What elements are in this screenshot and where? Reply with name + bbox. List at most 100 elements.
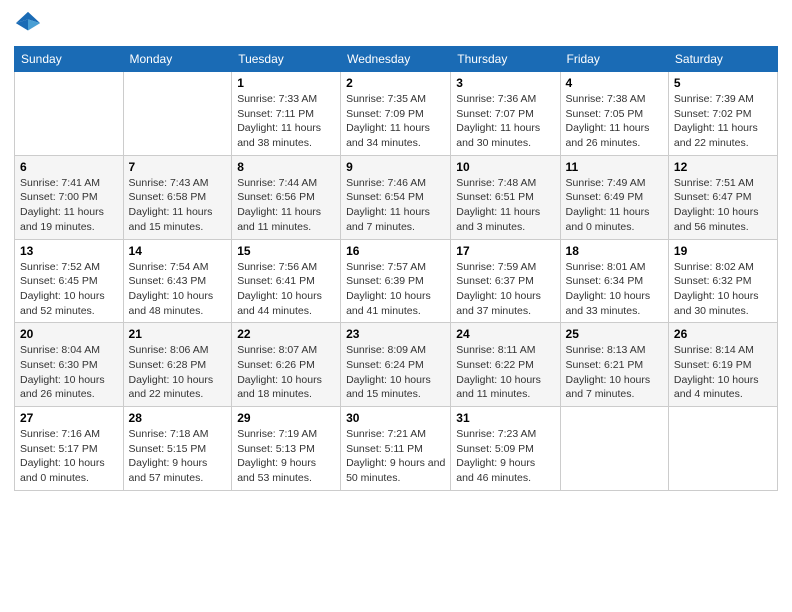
- calendar-cell: 12Sunrise: 7:51 AMSunset: 6:47 PMDayligh…: [668, 155, 777, 239]
- calendar-cell: 28 Sunrise: 7:18 AMSunset: 5:15 PMDayligh…: [123, 407, 232, 491]
- day-info: Sunrise: 7:41 AMSunset: 7:00 PMDaylight:…: [20, 176, 118, 235]
- calendar-cell: 17 Sunrise: 7:59 AMSunset: 6:37 PMDayligh…: [451, 239, 560, 323]
- day-number: 25: [566, 327, 663, 341]
- day-info: Sunrise: 7:38 AMSunset: 7:05 PMDaylight:…: [566, 92, 663, 151]
- calendar-cell: 23 Sunrise: 8:09 AMSunset: 6:24 PMDayligh…: [341, 323, 451, 407]
- calendar-cell: [123, 72, 232, 156]
- day-number: 4: [566, 76, 663, 90]
- calendar-cell: 5Sunrise: 7:39 AMSunset: 7:02 PMDaylight…: [668, 72, 777, 156]
- day-info: Sunrise: 7:18 AMSunset: 5:15 PMDaylight:…: [129, 427, 227, 486]
- day-number: 27: [20, 411, 118, 425]
- day-number: 29: [237, 411, 335, 425]
- day-info: Sunrise: 7:52 AMSunset: 6:45 PMDaylight:…: [20, 260, 118, 319]
- calendar-cell: 24 Sunrise: 8:11 AMSunset: 6:22 PMDayligh…: [451, 323, 560, 407]
- calendar-cell: 3 Sunrise: 7:36 AMSunset: 7:07 PMDaylight…: [451, 72, 560, 156]
- day-number: 14: [129, 244, 227, 258]
- page-container: SundayMondayTuesdayWednesdayThursdayFrid…: [0, 0, 792, 612]
- week-row-0: 1 Sunrise: 7:33 AMSunset: 7:11 PMDaylight…: [15, 72, 778, 156]
- calendar-cell: 25 Sunrise: 8:13 AMSunset: 6:21 PMDayligh…: [560, 323, 668, 407]
- logo: [14, 10, 46, 38]
- day-number: 19: [674, 244, 772, 258]
- day-info: Sunrise: 7:33 AMSunset: 7:11 PMDaylight:…: [237, 92, 335, 151]
- day-number: 1: [237, 76, 335, 90]
- calendar-cell: [560, 407, 668, 491]
- day-info: Sunrise: 8:14 AMSunset: 6:19 PMDaylight:…: [674, 343, 772, 402]
- day-number: 24: [456, 327, 554, 341]
- day-info: Sunrise: 8:11 AMSunset: 6:22 PMDaylight:…: [456, 343, 554, 402]
- col-header-tuesday: Tuesday: [232, 47, 341, 72]
- day-info: Sunrise: 8:07 AMSunset: 6:26 PMDaylight:…: [237, 343, 335, 402]
- calendar-cell: 4 Sunrise: 7:38 AMSunset: 7:05 PMDaylight…: [560, 72, 668, 156]
- day-info: Sunrise: 7:57 AMSunset: 6:39 PMDaylight:…: [346, 260, 445, 319]
- day-number: 10: [456, 160, 554, 174]
- day-info: Sunrise: 7:44 AMSunset: 6:56 PMDaylight:…: [237, 176, 335, 235]
- calendar-cell: 30 Sunrise: 7:21 AMSunset: 5:11 PMDayligh…: [341, 407, 451, 491]
- calendar-cell: 18Sunrise: 8:01 AMSunset: 6:34 PMDayligh…: [560, 239, 668, 323]
- day-number: 16: [346, 244, 445, 258]
- day-info: Sunrise: 7:56 AMSunset: 6:41 PMDaylight:…: [237, 260, 335, 319]
- day-number: 11: [566, 160, 663, 174]
- day-number: 21: [129, 327, 227, 341]
- day-info: Sunrise: 8:13 AMSunset: 6:21 PMDaylight:…: [566, 343, 663, 402]
- day-info: Sunrise: 7:54 AMSunset: 6:43 PMDaylight:…: [129, 260, 227, 319]
- calendar-cell: 9 Sunrise: 7:46 AMSunset: 6:54 PMDaylight…: [341, 155, 451, 239]
- day-info: Sunrise: 7:39 AMSunset: 7:02 PMDaylight:…: [674, 92, 772, 151]
- day-number: 20: [20, 327, 118, 341]
- day-number: 15: [237, 244, 335, 258]
- calendar-cell: [668, 407, 777, 491]
- day-number: 31: [456, 411, 554, 425]
- day-number: 2: [346, 76, 445, 90]
- day-number: 9: [346, 160, 445, 174]
- calendar-cell: 6 Sunrise: 7:41 AMSunset: 7:00 PMDaylight…: [15, 155, 124, 239]
- week-row-1: 6 Sunrise: 7:41 AMSunset: 7:00 PMDaylight…: [15, 155, 778, 239]
- day-number: 12: [674, 160, 772, 174]
- calendar-cell: 26 Sunrise: 8:14 AMSunset: 6:19 PMDayligh…: [668, 323, 777, 407]
- week-row-4: 27 Sunrise: 7:16 AMSunset: 5:17 PMDayligh…: [15, 407, 778, 491]
- day-info: Sunrise: 8:01 AMSunset: 6:34 PMDaylight:…: [566, 260, 663, 319]
- day-info: Sunrise: 7:49 AMSunset: 6:49 PMDaylight:…: [566, 176, 663, 235]
- day-number: 30: [346, 411, 445, 425]
- day-number: 23: [346, 327, 445, 341]
- col-header-monday: Monday: [123, 47, 232, 72]
- calendar-cell: 27 Sunrise: 7:16 AMSunset: 5:17 PMDayligh…: [15, 407, 124, 491]
- day-number: 8: [237, 160, 335, 174]
- day-info: Sunrise: 7:35 AMSunset: 7:09 PMDaylight:…: [346, 92, 445, 151]
- col-header-thursday: Thursday: [451, 47, 560, 72]
- day-info: Sunrise: 7:23 AMSunset: 5:09 PMDaylight:…: [456, 427, 554, 486]
- calendar-cell: 11 Sunrise: 7:49 AMSunset: 6:49 PMDayligh…: [560, 155, 668, 239]
- col-header-friday: Friday: [560, 47, 668, 72]
- calendar-cell: 8 Sunrise: 7:44 AMSunset: 6:56 PMDaylight…: [232, 155, 341, 239]
- day-info: Sunrise: 7:21 AMSunset: 5:11 PMDaylight:…: [346, 427, 445, 486]
- day-number: 6: [20, 160, 118, 174]
- day-info: Sunrise: 7:46 AMSunset: 6:54 PMDaylight:…: [346, 176, 445, 235]
- day-number: 7: [129, 160, 227, 174]
- col-header-wednesday: Wednesday: [341, 47, 451, 72]
- calendar-cell: [15, 72, 124, 156]
- calendar-cell: 15 Sunrise: 7:56 AMSunset: 6:41 PMDayligh…: [232, 239, 341, 323]
- day-number: 3: [456, 76, 554, 90]
- calendar-cell: 1 Sunrise: 7:33 AMSunset: 7:11 PMDaylight…: [232, 72, 341, 156]
- day-info: Sunrise: 8:09 AMSunset: 6:24 PMDaylight:…: [346, 343, 445, 402]
- day-info: Sunrise: 8:06 AMSunset: 6:28 PMDaylight:…: [129, 343, 227, 402]
- calendar-cell: 29Sunrise: 7:19 AMSunset: 5:13 PMDayligh…: [232, 407, 341, 491]
- calendar-cell: 22Sunrise: 8:07 AMSunset: 6:26 PMDayligh…: [232, 323, 341, 407]
- day-number: 17: [456, 244, 554, 258]
- calendar-cell: 10Sunrise: 7:48 AMSunset: 6:51 PMDayligh…: [451, 155, 560, 239]
- col-header-saturday: Saturday: [668, 47, 777, 72]
- day-info: Sunrise: 7:16 AMSunset: 5:17 PMDaylight:…: [20, 427, 118, 486]
- calendar-cell: 7Sunrise: 7:43 AMSunset: 6:58 PMDaylight…: [123, 155, 232, 239]
- calendar-cell: 31 Sunrise: 7:23 AMSunset: 5:09 PMDayligh…: [451, 407, 560, 491]
- day-info: Sunrise: 7:59 AMSunset: 6:37 PMDaylight:…: [456, 260, 554, 319]
- day-number: 26: [674, 327, 772, 341]
- day-number: 13: [20, 244, 118, 258]
- week-row-3: 20Sunrise: 8:04 AMSunset: 6:30 PMDayligh…: [15, 323, 778, 407]
- logo-icon: [14, 10, 42, 38]
- day-info: Sunrise: 7:36 AMSunset: 7:07 PMDaylight:…: [456, 92, 554, 151]
- calendar-cell: 13 Sunrise: 7:52 AMSunset: 6:45 PMDayligh…: [15, 239, 124, 323]
- col-header-sunday: Sunday: [15, 47, 124, 72]
- calendar-cell: 19Sunrise: 8:02 AMSunset: 6:32 PMDayligh…: [668, 239, 777, 323]
- calendar-cell: 21 Sunrise: 8:06 AMSunset: 6:28 PMDayligh…: [123, 323, 232, 407]
- day-number: 28: [129, 411, 227, 425]
- calendar-cell: 20Sunrise: 8:04 AMSunset: 6:30 PMDayligh…: [15, 323, 124, 407]
- calendar-cell: 14 Sunrise: 7:54 AMSunset: 6:43 PMDayligh…: [123, 239, 232, 323]
